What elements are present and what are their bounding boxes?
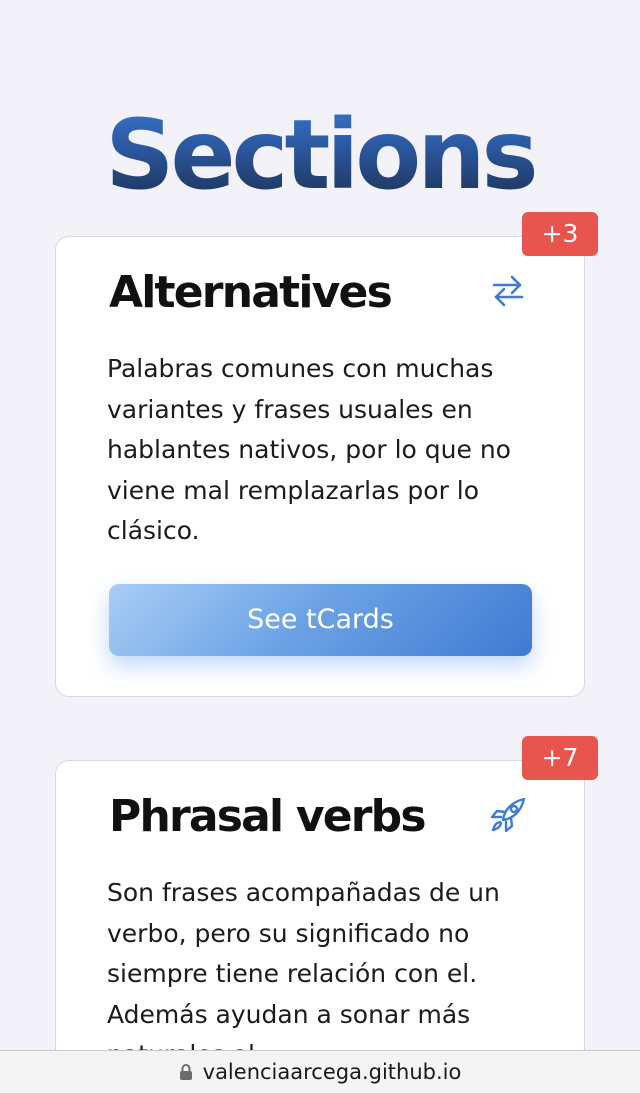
count-badge: +7 [522,736,598,780]
lock-icon [179,1064,192,1080]
section-card-phrasal-verbs: +7 Phrasal verbs Son frases acompañadas … [55,736,598,1080]
browser-url-bar[interactable]: valenciaarcega.github.io [0,1050,640,1093]
section-title: Phrasal verbs [109,791,427,842]
section-description: Palabras comunes con muchas variantes y … [107,354,511,546]
rocket-icon [490,797,526,833]
section-title: Alternatives [109,267,393,318]
count-badge: +3 [522,212,598,256]
page-title: Sections [0,100,640,210]
see-tcards-button[interactable]: See tCards [109,584,532,656]
swap-arrows-icon [492,275,524,307]
section-description: Son frases acompañadas de un verbo, pero… [107,878,500,1069]
section-card-alternatives: +3 Alternatives Palabras comunes con muc… [55,212,598,697]
url-text: valenciaarcega.github.io [202,1060,462,1084]
